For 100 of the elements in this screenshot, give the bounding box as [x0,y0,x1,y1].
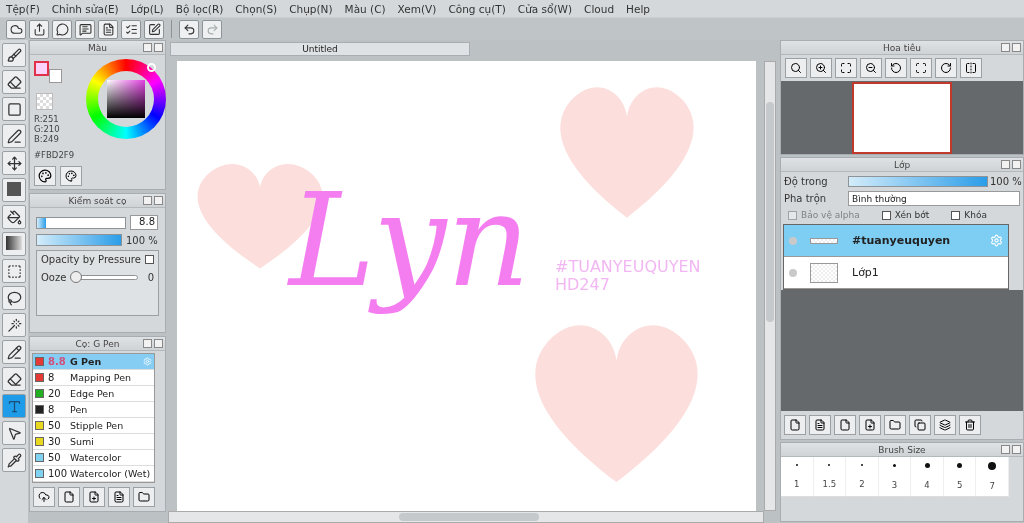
horizontal-scrollbar[interactable] [168,511,764,523]
size-slider[interactable] [36,216,126,229]
document-tab[interactable]: Untitled [170,42,470,56]
vertical-scrollbar[interactable] [764,61,776,511]
palette-button[interactable] [34,166,56,186]
size-preset[interactable]: 4 [911,457,944,497]
size-preset[interactable]: 2 [846,457,879,497]
brush-item[interactable]: 50 Watercolor [33,450,154,466]
size-preset[interactable]: 7 [976,457,1009,497]
toolbar-button[interactable] [75,19,95,39]
undo-button[interactable] [179,19,199,39]
menu-item[interactable]: Bộ lọc(R) [171,2,232,15]
float-icon[interactable] [143,43,152,52]
layer-option[interactable]: Xén bớt [881,210,930,220]
float-icon[interactable] [1001,160,1010,169]
opacity-slider[interactable] [36,234,122,246]
menu-item[interactable]: Chọn(S) [231,2,286,15]
size-preset[interactable]: 1 [781,457,814,497]
close-icon[interactable] [154,339,163,348]
menu-item[interactable]: Help [622,2,659,15]
layer-item[interactable]: #tuanyeuquyen [784,225,1008,257]
toolbar-button[interactable] [52,19,72,39]
layer-item[interactable]: Lớp1 [784,257,1008,289]
tool-button[interactable] [2,286,26,310]
blend-select[interactable]: Bình thường [848,191,1020,206]
float-icon[interactable] [1001,43,1010,52]
brush-tool-button[interactable] [83,487,105,507]
layer-tool-button[interactable] [934,415,956,435]
toolbar-button[interactable] [121,19,141,39]
menu-item[interactable]: Cửa sổ(W) [513,2,581,15]
menu-item[interactable]: Lớp(L) [126,2,172,15]
brush-item[interactable]: 20 Edge Pen [33,386,154,402]
tool-button[interactable] [2,367,26,391]
toolbar-button[interactable] [29,19,49,39]
toolbar-button[interactable] [144,19,164,39]
tool-button[interactable] [2,205,26,229]
tool-button[interactable] [2,151,26,175]
float-icon[interactable] [143,339,152,348]
navigator-button[interactable] [885,58,907,78]
tool-button[interactable] [2,340,26,364]
foreground-swatch[interactable] [34,61,49,76]
float-icon[interactable] [1001,445,1010,454]
layer-tool-button[interactable] [809,415,831,435]
tool-button[interactable] [2,178,26,202]
size-preset[interactable]: 1.5 [813,457,847,497]
size-preset[interactable]: 3 [878,457,912,497]
saturation-square[interactable] [107,80,145,118]
transparent-swatch[interactable] [36,93,53,110]
visibility-dot[interactable] [789,268,797,277]
brush-item[interactable]: 8.8 G Pen [33,354,154,370]
menu-item[interactable]: Tệp(F) [2,2,48,15]
brush-item[interactable]: 50 Stipple Pen [33,418,154,434]
navigator-button[interactable] [810,58,832,78]
navigator-button[interactable] [785,58,807,78]
canvas-thumbnail[interactable] [852,81,952,154]
pressure-checkbox[interactable] [144,255,154,264]
brush-tool-button[interactable] [58,487,80,507]
menu-item[interactable]: Công cụ(T) [444,2,514,15]
tool-button[interactable] [2,43,26,67]
visibility-dot[interactable] [789,236,797,245]
brush-tool-button[interactable] [108,487,130,507]
option-checkbox[interactable] [951,210,961,220]
brush-item[interactable]: 8 Pen [33,402,154,418]
navigator-button[interactable] [910,58,932,78]
layer-tool-button[interactable] [959,415,981,435]
menu-item[interactable]: Màu (C) [340,2,394,15]
menu-item[interactable]: Cloud [580,2,623,15]
tool-button[interactable] [2,97,26,121]
close-icon[interactable] [1012,445,1021,454]
option-checkbox[interactable] [881,210,891,220]
menu-item[interactable]: Chụp(N) [285,2,341,15]
layer-tool-button[interactable] [859,415,881,435]
navigator-button[interactable] [835,58,857,78]
tool-button[interactable] [2,70,26,94]
size-preset[interactable]: 5 [943,457,977,497]
brush-tool-button[interactable] [33,487,55,507]
close-icon[interactable] [1012,43,1021,52]
toolbar-button[interactable] [6,19,26,39]
navigator-button[interactable] [860,58,882,78]
close-icon[interactable] [1012,160,1021,169]
navigator-button[interactable] [960,58,982,78]
toolbar-button[interactable] [98,19,118,39]
background-swatch[interactable] [49,69,62,83]
layer-opacity-slider[interactable] [848,176,988,187]
brush-item[interactable]: 8 Mapping Pen [33,370,154,386]
close-icon[interactable] [154,196,163,205]
brush-item[interactable]: 100 Watercolor (Wet) [33,466,154,482]
tool-button[interactable] [2,313,26,337]
size-field[interactable]: 8.8 [130,215,158,230]
menu-item[interactable]: Xem(V) [393,2,445,15]
tool-button[interactable] [2,448,26,472]
slider-thumb[interactable] [70,271,83,283]
float-icon[interactable] [143,196,152,205]
layer-option[interactable]: Khóa [951,210,987,220]
tool-button[interactable] [2,124,26,148]
palette-button[interactable] [60,166,82,186]
brush-item[interactable]: 30 Sumi [33,434,154,450]
hue-handle[interactable] [147,63,156,72]
tool-button[interactable] [2,232,26,256]
tool-button[interactable] [2,421,26,445]
